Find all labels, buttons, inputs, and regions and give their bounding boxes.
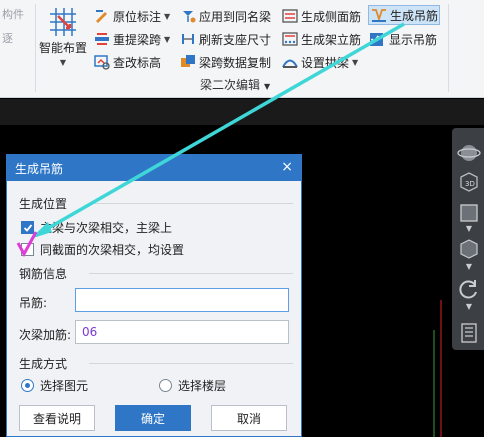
chevron-down-icon: ▼ [264,82,271,91]
in-situ-annotation-label: 原位标注 [113,9,162,24]
refresh-support-button[interactable]: 刷新支座尺寸 [178,29,273,49]
generate-erection-rebar-button[interactable]: 生成架立筋 [280,29,363,49]
radio-selected-icon[interactable] [21,379,34,392]
view-toolbar: 3D ▼ ▼ ▼ [452,128,484,350]
erection-rebar-icon [282,32,298,46]
copy-span-data-button[interactable]: 梁跨数据复制 [178,52,273,72]
mode-select-floor-label: 选择楼层 [178,379,227,393]
view-3d-icon: 3D [460,172,478,192]
check-elevation-icon [94,55,110,70]
in-situ-annotation-button[interactable]: 原位标注 ▼ [92,6,172,26]
ribbon-separator [35,4,36,92]
chevron-down-icon: ▼ [352,57,359,67]
option-main-beam-row[interactable]: 主梁与次梁相交，主梁上 [21,219,172,236]
check-elevation-label: 查改标高 [113,55,162,70]
view-cube-icon [460,239,478,259]
view-rotate-button[interactable] [456,276,482,302]
generate-side-rebar-button[interactable]: 生成侧面筋 [280,6,363,26]
generate-erection-rebar-label: 生成架立筋 [301,32,362,47]
refresh-support-label: 刷新支座尺寸 [199,32,272,47]
hanger-rebar-input[interactable] [75,288,289,312]
mode-select-element-label: 选择图元 [40,379,89,393]
re-extract-span-button[interactable]: 重提梁跨 ▼ [92,29,172,49]
cancel-button[interactable]: 取消 [211,405,287,431]
generate-hanger-rebar-dialog: 生成吊筋 × 生成位置 主梁与次梁相交，主梁上 同截面的次梁相交，均设置 钢筋信… [6,154,302,437]
dialog-title-bar: 生成吊筋 × [7,155,301,181]
set-arch-beam-label: 设置拱梁 [301,55,350,70]
section-position-label: 生成位置 [19,197,68,211]
ribbon: 构件 逐 智能布置 ▼ 原位标注 ▼ 重提梁跨 ▼ 查改标高 应用到同名梁 刷新… [0,0,484,98]
stub-label: 逐 [2,32,13,45]
refresh-support-icon [182,34,194,44]
secondary-rebar-input[interactable]: 06 [75,320,289,344]
side-rebar-icon [282,9,298,23]
option-same-section-row[interactable]: 同截面的次梁相交，均设置 [21,241,184,258]
section-rebar-label: 钢筋信息 [19,267,68,281]
section-mode-label: 生成方式 [19,357,68,371]
svg-text:3D: 3D [465,180,475,188]
apply-same-name-button[interactable]: 应用到同名梁 [178,6,273,26]
copy-span-data-icon [181,55,195,67]
smart-layout-label: 智能布置 [38,41,87,55]
option-same-section-checkbox[interactable] [21,243,34,256]
chevron-down-icon: ▼ [164,11,171,21]
show-hanger-rebar-checkbox[interactable] [370,32,383,46]
mode-select-element-radio[interactable]: 选择图元 [21,377,88,394]
ribbon-group-label: 梁二次编辑 ▼ [200,76,270,93]
hanger-rebar-icon [372,9,386,22]
check-elevation-button[interactable]: 查改标高 [92,52,163,72]
apply-same-name-label: 应用到同名梁 [199,9,272,24]
in-situ-annotation-icon [96,10,107,23]
generate-hanger-rebar-label: 生成吊筋 [390,8,439,23]
re-extract-span-label: 重提梁跨 [113,32,162,47]
check-icon [370,35,380,43]
set-arch-beam-button[interactable]: 设置拱梁 ▼ [280,52,360,72]
ribbon-left-stub: 构件 逐 [0,0,34,98]
ribbon-group-title: 梁二次编辑 [200,78,261,92]
component-label: 构件 [2,8,24,21]
divider [89,273,293,274]
option-main-beam-checkbox[interactable] [21,221,34,234]
view-box-icon [460,204,478,222]
view-cube-button[interactable] [456,236,482,262]
copy-span-data-label: 梁跨数据复制 [199,55,272,70]
view-grid-button[interactable] [456,320,482,346]
dialog-title: 生成吊筋 [15,161,64,176]
view-orbit-icon [457,145,481,161]
view-3d-button[interactable]: 3D [456,168,482,194]
smart-layout-button[interactable]: 智能布置 ▼ [38,4,88,74]
ribbon-separator [448,4,449,92]
show-hanger-rebar-toggle[interactable]: 显示吊筋 [368,29,439,49]
check-icon [23,223,32,232]
generate-hanger-rebar-button[interactable]: 生成吊筋 [368,5,440,25]
show-hanger-rebar-label: 显示吊筋 [389,32,438,47]
generate-side-rebar-label: 生成侧面筋 [301,9,362,24]
chevron-down-icon[interactable]: ▼ [456,224,482,236]
hanger-rebar-label: 吊筋: [19,296,48,310]
arch-beam-icon [282,59,298,68]
mode-select-floor-radio[interactable]: 选择楼层 [159,377,226,394]
view-grid-icon [461,323,477,343]
ok-button[interactable]: 确定 [115,405,191,431]
chevron-down-icon[interactable]: ▼ [456,262,482,274]
divider [89,203,293,204]
apply-same-name-icon [183,11,196,23]
radio-unselected-icon[interactable] [159,379,172,392]
secondary-rebar-label: 次梁加筋: [19,328,72,342]
chevron-down-icon[interactable]: ▼ [456,302,482,314]
view-rotate-icon [459,280,477,299]
divider [89,363,293,364]
view-help-button[interactable]: 查看说明 [19,405,95,431]
re-extract-span-icon [95,33,109,45]
close-icon[interactable]: × [281,159,293,175]
view-orbit-button[interactable] [456,140,482,166]
option-main-beam-label: 主梁与次梁相交，主梁上 [40,221,173,235]
view-box-button[interactable] [456,200,482,226]
smart-layout-icon [50,8,76,36]
canvas-top-band [0,99,484,125]
chevron-down-icon: ▼ [164,34,171,44]
option-same-section-label: 同截面的次梁相交，均设置 [40,243,185,257]
chevron-down-icon: ▼ [59,58,67,67]
